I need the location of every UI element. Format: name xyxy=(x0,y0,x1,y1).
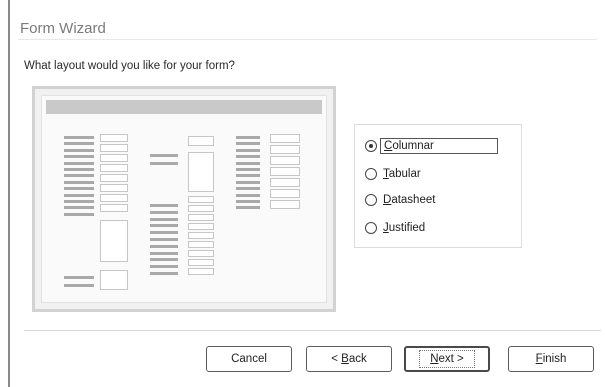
preview-field-box xyxy=(188,232,214,239)
preview-label-bar xyxy=(64,284,94,287)
preview-field-box xyxy=(270,178,300,187)
preview-label-bar xyxy=(236,161,260,165)
next-button[interactable]: Next > xyxy=(404,346,490,372)
preview-field-box xyxy=(270,167,300,176)
preview-field-box xyxy=(100,184,128,192)
preview-field-box xyxy=(188,250,214,257)
back-button[interactable]: < Back xyxy=(306,346,392,372)
preview-label-bar xyxy=(64,193,94,197)
option-justified[interactable]: Justified xyxy=(365,219,428,237)
preview-label-bar xyxy=(64,174,94,178)
preview-field-box xyxy=(188,214,214,221)
preview-field-box xyxy=(188,196,214,203)
preview-label-bar xyxy=(150,258,178,262)
preview-label-bar xyxy=(64,206,94,210)
columnar-radio[interactable] xyxy=(365,140,377,152)
preview-label-bar xyxy=(150,204,178,207)
layout-preview xyxy=(32,86,336,312)
preview-label-bar xyxy=(150,231,178,235)
preview-field-box xyxy=(270,134,300,143)
back-label: < Back xyxy=(331,353,367,365)
preview-field-box xyxy=(100,204,128,212)
preview-field-box xyxy=(100,194,128,202)
preview-field-box xyxy=(270,145,300,154)
title-bar: Form Wizard xyxy=(10,14,605,38)
preview-label-bar xyxy=(236,148,260,152)
preview-field-box xyxy=(100,144,128,152)
preview-field-box xyxy=(100,154,128,162)
tabular-radio[interactable] xyxy=(365,168,377,180)
preview-label-bar xyxy=(64,148,94,152)
option-datasheet[interactable]: Datasheet xyxy=(365,191,438,209)
form-wizard-window: Form Wizard What layout would you like f… xyxy=(8,0,605,387)
preview-label-bar xyxy=(236,136,260,139)
preview-label-bar xyxy=(150,251,178,255)
justified-radio[interactable] xyxy=(365,222,377,234)
option-tabular[interactable]: Tabular xyxy=(365,165,424,183)
preview-label-bar xyxy=(64,161,94,165)
preview-field-box xyxy=(270,189,300,198)
next-label: Next > xyxy=(419,350,475,368)
preview-field-box xyxy=(270,200,300,209)
cancel-label: Cancel xyxy=(231,353,267,365)
preview-field-box xyxy=(188,241,214,248)
radio-selected-dot xyxy=(369,144,373,148)
option-columnar[interactable]: Columnar xyxy=(365,137,498,155)
preview-field-box xyxy=(188,152,214,192)
preview-label-bar xyxy=(150,272,178,275)
datasheet-label[interactable]: Datasheet xyxy=(380,193,438,207)
preview-field-box xyxy=(188,223,214,230)
preview-header-bar xyxy=(46,100,322,114)
preview-label-bar xyxy=(64,276,94,279)
window-title: Form Wizard xyxy=(20,20,106,37)
title-divider xyxy=(18,39,597,40)
preview-field-box xyxy=(188,136,214,146)
preview-field-box xyxy=(100,164,128,172)
preview-label-bar xyxy=(64,168,94,171)
layout-prompt: What layout would you like for your form… xyxy=(24,60,235,72)
preview-label-bar xyxy=(236,187,260,191)
datasheet-radio[interactable] xyxy=(365,194,377,206)
button-separator xyxy=(24,330,601,331)
preview-label-bar xyxy=(236,168,260,171)
preview-label-bar xyxy=(150,265,178,269)
preview-label-bar xyxy=(236,142,260,146)
preview-label-bar xyxy=(64,142,94,146)
preview-label-bar xyxy=(64,200,94,203)
preview-label-bar xyxy=(150,154,178,157)
finish-label: Finish xyxy=(535,353,567,365)
preview-field-box xyxy=(188,268,214,275)
preview-label-bar xyxy=(150,217,178,221)
cancel-button[interactable]: Cancel xyxy=(206,346,292,372)
preview-label-bar xyxy=(236,155,260,159)
preview-label-bar xyxy=(150,244,178,248)
preview-field-box xyxy=(188,259,214,266)
preview-field-box xyxy=(100,174,128,182)
preview-label-bar xyxy=(64,180,94,184)
preview-field-box xyxy=(270,156,300,165)
layout-preview-canvas xyxy=(41,95,327,303)
justified-label[interactable]: Justified xyxy=(380,221,428,235)
preview-field-box xyxy=(188,205,214,212)
preview-label-bar xyxy=(64,155,94,159)
preview-label-bar xyxy=(64,136,94,139)
preview-label-bar xyxy=(236,180,260,184)
preview-label-bar xyxy=(236,206,260,210)
preview-field-box xyxy=(100,270,128,290)
preview-label-bar xyxy=(64,212,94,216)
finish-button[interactable]: Finish xyxy=(508,346,594,372)
preview-label-bar xyxy=(150,238,178,241)
layout-options-group: Columnar Tabular Datasheet Justified xyxy=(354,124,522,248)
preview-label-bar xyxy=(150,210,178,214)
preview-label-bar xyxy=(236,193,260,197)
preview-field-box xyxy=(100,220,128,262)
columnar-label[interactable]: Columnar xyxy=(380,138,498,154)
tabular-label[interactable]: Tabular xyxy=(380,167,424,181)
preview-label-bar xyxy=(236,200,260,203)
preview-label-bar xyxy=(236,174,260,178)
preview-field-box xyxy=(100,134,128,142)
preview-label-bar xyxy=(150,224,178,228)
preview-label-bar xyxy=(150,162,178,165)
preview-label-bar xyxy=(64,187,94,191)
